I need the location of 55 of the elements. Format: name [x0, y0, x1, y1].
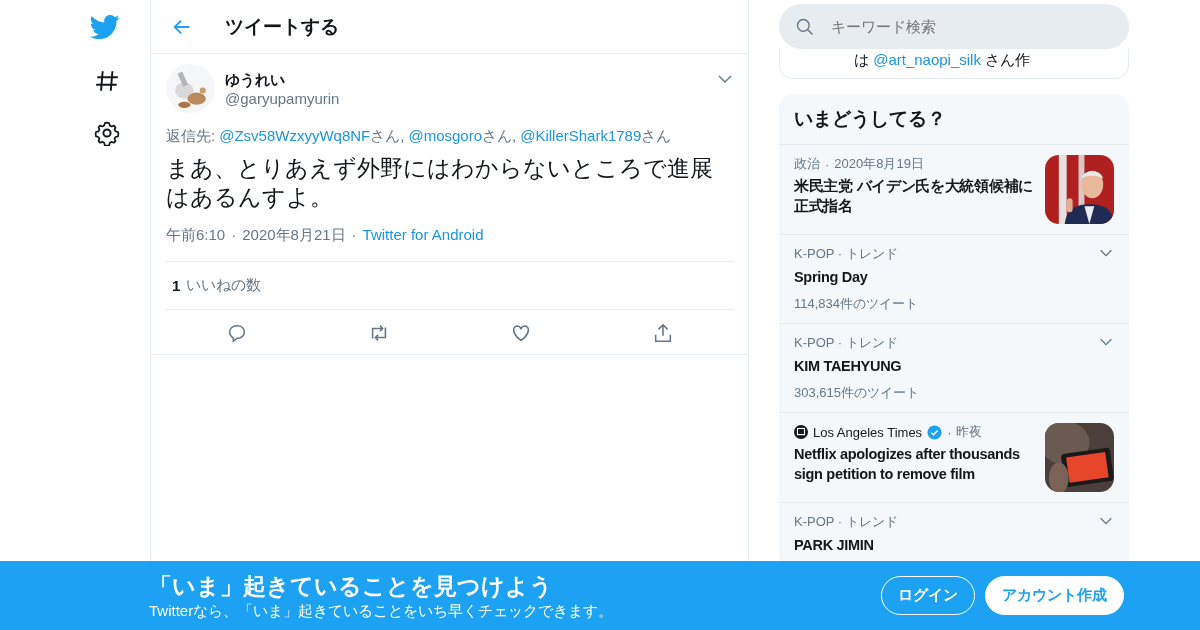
tweet-count: 114,834件のツイート: [794, 295, 920, 313]
hashtag-icon[interactable]: [94, 68, 120, 94]
trend-item[interactable]: Los Angeles Times · 昨夜 Netflix apologizes after thousands sign petition to remove film: [779, 413, 1129, 503]
trend-item[interactable]: K-POP · トレンド KIM TAEHYUNG 303,615件のツイート: [779, 324, 1129, 413]
search-icon: [795, 16, 815, 37]
mention-link[interactable]: @KillerShark1789: [520, 127, 642, 144]
mention-link[interactable]: @mosgoro: [408, 127, 482, 144]
author-name: ゆうれい: [225, 70, 286, 90]
news-time: 昨夜: [956, 423, 983, 441]
honorific-text: さん,: [482, 127, 517, 144]
share-icon[interactable]: [652, 322, 674, 344]
tweet-text: まあ、とりあえず外野にはわからないところで進展はあるんすよ。: [166, 154, 714, 212]
separator-dot: ·: [231, 226, 237, 245]
likes-label[interactable]: いいねの数: [186, 276, 262, 295]
news-time: 2020年8月19日: [834, 155, 924, 173]
trend-item[interactable]: 政治 · 2020年8月19日 米民主党 バイデン氏を大統領候補に正式指名: [779, 145, 1129, 235]
source-link[interactable]: Twitter for Android: [362, 226, 484, 245]
banner-subtitle: Twitterなら、「いま」起きていることをいち早くチェックできます。: [149, 601, 614, 621]
separator-dot: ·: [947, 424, 952, 440]
tweet-count: 303,615件のツイート: [794, 384, 920, 402]
mention-link[interactable]: @Zsv58WzxyyWq8NF: [219, 127, 371, 144]
honorific-text: さん: [641, 127, 672, 144]
separator-dot: ·: [825, 156, 830, 172]
honorific-text: さん,: [370, 127, 405, 144]
trend-name: PARK JIMIN: [794, 536, 875, 555]
trend-item[interactable]: K-POP · トレンド Spring Day 114,834件のツイート: [779, 235, 1129, 324]
separator-dot: ·: [351, 226, 357, 245]
trend-category: K-POP · トレンド: [794, 334, 899, 352]
reply-label: 返信先:: [166, 127, 216, 144]
settings-icon[interactable]: [94, 120, 120, 146]
like-count: 1: [172, 277, 181, 294]
author-handle: @garyupamyurin: [225, 89, 340, 107]
heart-icon[interactable]: [510, 322, 532, 344]
reply-icon[interactable]: [226, 322, 248, 344]
panel-title: いまどうしてる？: [779, 94, 1129, 145]
tweet-date: 2020年8月21日: [242, 226, 346, 245]
page-title: ツイートする: [225, 14, 339, 39]
banner-title: 「いま」起きていることを見つけよう: [149, 571, 554, 601]
trend-item[interactable]: K-POP · トレンド PARK JIMIN: [779, 503, 1129, 561]
trend-category: K-POP · トレンド: [794, 245, 899, 263]
search-input[interactable]: キーワード検索: [829, 17, 1093, 36]
bird-logo-icon[interactable]: [90, 12, 120, 42]
news-category: 政治: [794, 155, 820, 173]
news-source: Los Angeles Times: [813, 424, 923, 440]
mention-link[interactable]: @art_naopi_silk: [873, 51, 981, 68]
credit-text: は @art_naopi_silk さん作: [854, 51, 1032, 70]
search-field[interactable]: キーワード検索: [779, 4, 1129, 49]
trend-name: KIM TAEHYUNG: [794, 357, 903, 376]
trend-category: K-POP · トレンド: [794, 513, 899, 531]
signup-button[interactable]: アカウント作成: [985, 576, 1124, 615]
news-headline: Netflix apologizes after thousands sign petition to remove film: [794, 445, 1021, 484]
news-headline: 米民主党 バイデン氏を大統領候補に正式指名: [794, 177, 1034, 216]
newspaper-logo-icon: [794, 425, 808, 439]
trend-name: Spring Day: [794, 268, 869, 287]
tweet-time: 午前6:10: [166, 226, 226, 245]
